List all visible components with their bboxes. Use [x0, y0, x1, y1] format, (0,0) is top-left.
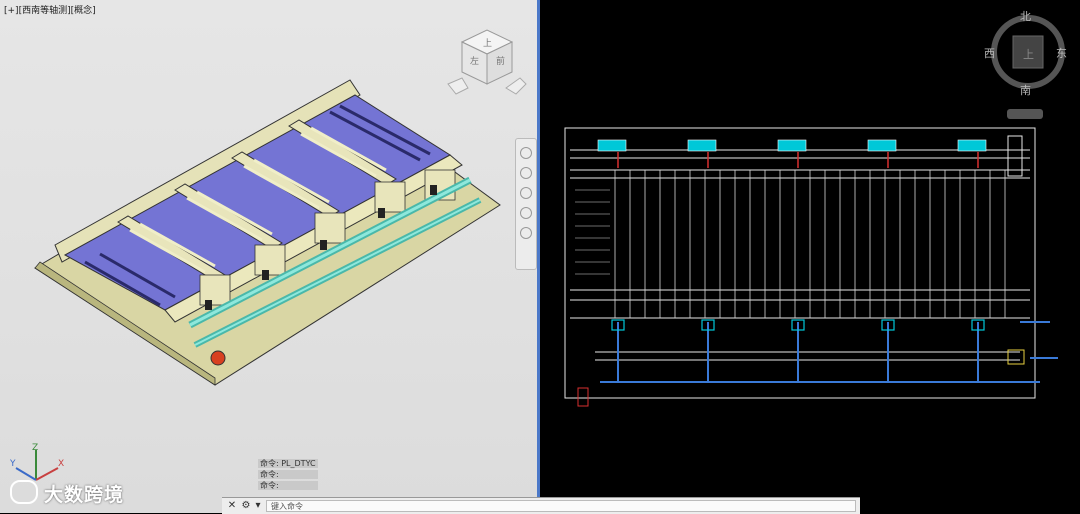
- horizontal-slats: [575, 189, 610, 275]
- svg-text:上: 上: [1023, 48, 1034, 61]
- inlet-boxes: [597, 139, 987, 152]
- viewcube-left: 左: [470, 55, 479, 67]
- svg-text:Y: Y: [9, 459, 16, 469]
- command-history: 命令: PL_DTYC 命令: 命令:: [258, 459, 318, 492]
- navigation-bar[interactable]: [515, 138, 537, 270]
- command-history-line: 命令:: [258, 470, 318, 479]
- svg-text:X: X: [58, 459, 64, 469]
- zoom-icon[interactable]: [520, 167, 532, 179]
- filter-bays: [614, 170, 1006, 318]
- viewport-3d[interactable]: [+][西南等轴测][概念] 上 左 前 Z X Y 命令: PL_DTYC 命…: [0, 0, 537, 513]
- inlet-valves: [617, 152, 979, 168]
- viewcube-top: 上: [483, 38, 492, 49]
- viewcube-corner-right: [505, 77, 527, 95]
- orbit-icon[interactable]: [520, 187, 532, 199]
- outlet-pipe: [210, 350, 226, 366]
- command-input[interactable]: 键入命令: [266, 500, 856, 512]
- drain-box: [577, 387, 589, 407]
- viewcube-front: 前: [496, 55, 505, 67]
- tank-outline: [564, 127, 1036, 399]
- brand-logo-icon: [10, 480, 38, 504]
- compass-south[interactable]: 南: [1020, 82, 1031, 98]
- compass-east[interactable]: 东: [1056, 45, 1067, 61]
- wcs-menu-button[interactable]: [1007, 109, 1043, 119]
- viewcube[interactable]: 上 左 前: [442, 22, 532, 102]
- svg-text:Z: Z: [32, 443, 38, 453]
- viewport-2d[interactable]: 上 北 南 东 西: [540, 0, 1080, 513]
- compass-north[interactable]: 北: [1020, 8, 1031, 24]
- history-icon[interactable]: ▾: [252, 500, 264, 512]
- close-icon[interactable]: ✕: [226, 500, 238, 512]
- showmotion-icon[interactable]: [520, 207, 532, 219]
- pan-icon[interactable]: [520, 147, 532, 159]
- steeringwheel-icon[interactable]: [520, 227, 532, 239]
- command-history-line: 命令: PL_DTYC: [258, 459, 318, 468]
- command-history-line: 命令:: [258, 481, 318, 490]
- watermark: 大数跨境: [10, 480, 124, 507]
- customize-icon[interactable]: ⚙: [240, 500, 252, 512]
- command-line[interactable]: ✕ ⚙ ▾ 键入命令: [222, 497, 860, 514]
- viewcube-corner-left: [447, 77, 469, 95]
- compass-west[interactable]: 西: [984, 45, 995, 61]
